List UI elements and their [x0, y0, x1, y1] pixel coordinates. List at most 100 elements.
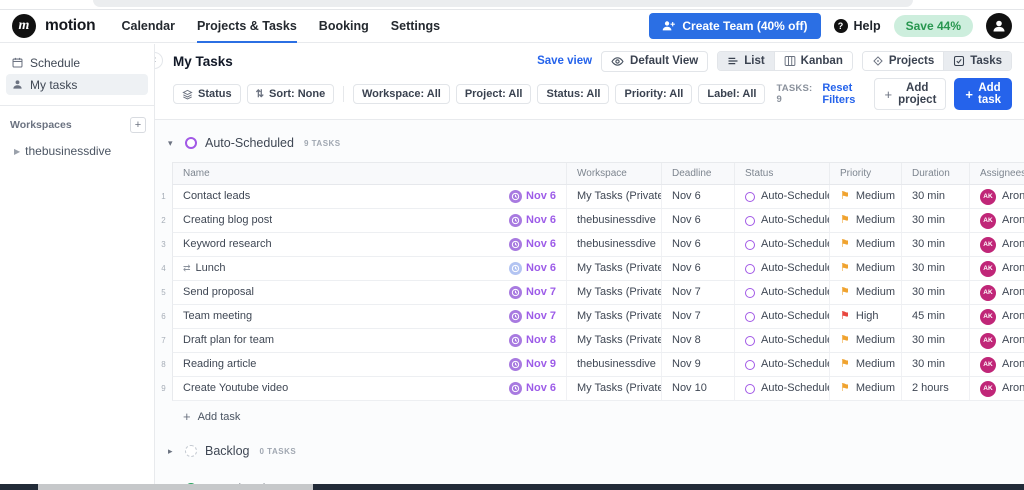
table-row[interactable]: 7 ⇄ Draft plan for team Nov 8 My Tasks (…	[155, 329, 1024, 353]
filter-project-button[interactable]: Project: All	[455, 84, 532, 104]
status-cell[interactable]: Auto-Scheduled	[734, 353, 829, 376]
duration-cell[interactable]: 30 min	[901, 209, 969, 232]
status-cell[interactable]: Auto-Scheduled	[734, 377, 829, 400]
deadline-cell[interactable]: Nov 7	[661, 281, 734, 304]
scope-tasks-button[interactable]: Tasks	[943, 52, 1011, 70]
duration-cell[interactable]: 30 min	[901, 353, 969, 376]
column-header-priority[interactable]: Priority	[829, 163, 901, 184]
create-team-button[interactable]: Create Team (40% off)	[649, 13, 821, 39]
table-row[interactable]: 4 ⇄ Lunch Nov 6 My Tasks (Private) Nov 6…	[155, 257, 1024, 281]
assignees-cell[interactable]: AK Aron K	[969, 281, 1024, 304]
sort-button[interactable]: ⇅ Sort: None	[246, 84, 335, 104]
view-kanban-button[interactable]: Kanban	[773, 52, 852, 70]
duration-cell[interactable]: 30 min	[901, 281, 969, 304]
priority-cell[interactable]: ⚑ Medium	[829, 233, 901, 256]
scheduled-date-chip[interactable]: Nov 6	[509, 377, 556, 400]
priority-cell[interactable]: ⚑ Medium	[829, 257, 901, 280]
horizontal-scrollbar-thumb[interactable]	[38, 484, 313, 490]
table-row[interactable]: 8 ⇄ Reading article Nov 9 thebusinessdiv…	[155, 353, 1024, 377]
priority-cell[interactable]: ⚑ High	[829, 305, 901, 328]
priority-cell[interactable]: ⚑ Medium	[829, 353, 901, 376]
table-row[interactable]: 1 ⇄ Contact leads Nov 6 My Tasks (Privat…	[155, 185, 1024, 209]
scope-projects-button[interactable]: Projects	[862, 52, 944, 70]
scheduled-date-chip[interactable]: Nov 9	[509, 353, 556, 376]
add-project-button[interactable]: + Add project	[874, 78, 947, 110]
column-header-duration[interactable]: Duration	[901, 163, 969, 184]
chevron-down-icon[interactable]: ▾	[168, 138, 177, 149]
task-name-cell[interactable]: ⇄ Team meeting Nov 7	[173, 305, 566, 328]
assignees-cell[interactable]: AK Aron K	[969, 185, 1024, 208]
status-cell[interactable]: Auto-Scheduled	[734, 233, 829, 256]
workspace-cell[interactable]: My Tasks (Private)	[566, 257, 661, 280]
workspace-cell[interactable]: thebusinessdive	[566, 209, 661, 232]
status-cell[interactable]: Auto-Scheduled	[734, 329, 829, 352]
priority-cell[interactable]: ⚑ Medium	[829, 329, 901, 352]
deadline-cell[interactable]: Nov 7	[661, 305, 734, 328]
workspace-cell[interactable]: My Tasks (Private)	[566, 185, 661, 208]
duration-cell[interactable]: 30 min	[901, 257, 969, 280]
reset-filters-link[interactable]: Reset Filters	[822, 82, 868, 106]
table-row[interactable]: 6 ⇄ Team meeting Nov 7 My Tasks (Private…	[155, 305, 1024, 329]
status-cell[interactable]: Auto-Scheduled	[734, 209, 829, 232]
view-list-button[interactable]: List	[718, 52, 774, 70]
save-view-link[interactable]: Save view	[537, 55, 592, 67]
column-header-assignees[interactable]: Assignees	[969, 163, 1024, 184]
workspace-cell[interactable]: thebusinessdive	[566, 353, 661, 376]
duration-cell[interactable]: 30 min	[901, 233, 969, 256]
add-task-inline-button[interactable]: + Add task	[155, 401, 1024, 424]
deadline-cell[interactable]: Nov 6	[661, 185, 734, 208]
workspace-cell[interactable]: My Tasks (Private)	[566, 377, 661, 400]
priority-cell[interactable]: ⚑ Medium	[829, 209, 901, 232]
table-row[interactable]: 9 ⇄ Create Youtube video Nov 6 My Tasks …	[155, 377, 1024, 401]
filter-priority-button[interactable]: Priority: All	[615, 84, 693, 104]
duration-cell[interactable]: 45 min	[901, 305, 969, 328]
duration-cell[interactable]: 30 min	[901, 329, 969, 352]
assignees-cell[interactable]: AK Aron K	[969, 305, 1024, 328]
save-discount-badge[interactable]: Save 44%	[893, 15, 973, 37]
status-cell[interactable]: Auto-Scheduled	[734, 305, 829, 328]
workspace-cell[interactable]: My Tasks (Private)	[566, 329, 661, 352]
nav-settings[interactable]: Settings	[391, 10, 440, 43]
chevron-right-icon[interactable]: ▸	[168, 446, 177, 457]
scheduled-date-chip[interactable]: Nov 6	[509, 185, 556, 208]
default-view-button[interactable]: Default View	[601, 50, 709, 72]
deadline-cell[interactable]: Nov 6	[661, 257, 734, 280]
nav-projects-tasks[interactable]: Projects & Tasks	[196, 10, 297, 43]
task-name-cell[interactable]: ⇄ Reading article Nov 9	[173, 353, 566, 376]
assignees-cell[interactable]: AK Aron K	[969, 377, 1024, 400]
status-cell[interactable]: Auto-Scheduled	[734, 257, 829, 280]
scheduled-date-chip[interactable]: Nov 6	[509, 233, 556, 256]
brand-name[interactable]: motion	[45, 17, 96, 35]
add-workspace-button[interactable]: +	[130, 117, 146, 133]
workspace-cell[interactable]: My Tasks (Private)	[566, 281, 661, 304]
column-header-status[interactable]: Status	[734, 163, 829, 184]
sidebar-workspace-thebusinessdive[interactable]: ▶ thebusinessdive	[0, 137, 154, 158]
assignees-cell[interactable]: AK Aron K	[969, 233, 1024, 256]
filter-status-button[interactable]: Status: All	[537, 84, 610, 104]
table-row[interactable]: 3 ⇄ Keyword research Nov 6 thebusinessdi…	[155, 233, 1024, 257]
task-name-cell[interactable]: ⇄ Creating blog post Nov 6	[173, 209, 566, 232]
deadline-cell[interactable]: Nov 6	[661, 209, 734, 232]
add-task-button[interactable]: + Add task	[954, 78, 1012, 110]
deadline-cell[interactable]: Nov 9	[661, 353, 734, 376]
assignees-cell[interactable]: AK Aron K	[969, 329, 1024, 352]
column-header-deadline[interactable]: Deadline	[661, 163, 734, 184]
table-row[interactable]: 5 ⇄ Send proposal Nov 7 My Tasks (Privat…	[155, 281, 1024, 305]
column-header-workspace[interactable]: Workspace	[566, 163, 661, 184]
column-header-name[interactable]: Name	[173, 163, 566, 184]
group-by-status-button[interactable]: Status	[173, 84, 241, 104]
user-avatar-icon[interactable]	[986, 13, 1012, 39]
priority-cell[interactable]: ⚑ Medium	[829, 281, 901, 304]
task-name-cell[interactable]: ⇄ Keyword research Nov 6	[173, 233, 566, 256]
task-name-cell[interactable]: ⇄ Lunch Nov 6	[173, 257, 566, 280]
table-row[interactable]: 2 ⇄ Creating blog post Nov 6 thebusiness…	[155, 209, 1024, 233]
scheduled-date-chip[interactable]: Nov 6	[509, 209, 556, 232]
workspace-cell[interactable]: My Tasks (Private)	[566, 305, 661, 328]
task-name-cell[interactable]: ⇄ Send proposal Nov 7	[173, 281, 566, 304]
duration-cell[interactable]: 2 hours	[901, 377, 969, 400]
status-cell[interactable]: Auto-Scheduled	[734, 185, 829, 208]
priority-cell[interactable]: ⚑ Medium	[829, 185, 901, 208]
nav-booking[interactable]: Booking	[319, 10, 369, 43]
filter-workspace-button[interactable]: Workspace: All	[352, 84, 450, 104]
scheduled-date-chip[interactable]: Nov 8	[509, 329, 556, 352]
